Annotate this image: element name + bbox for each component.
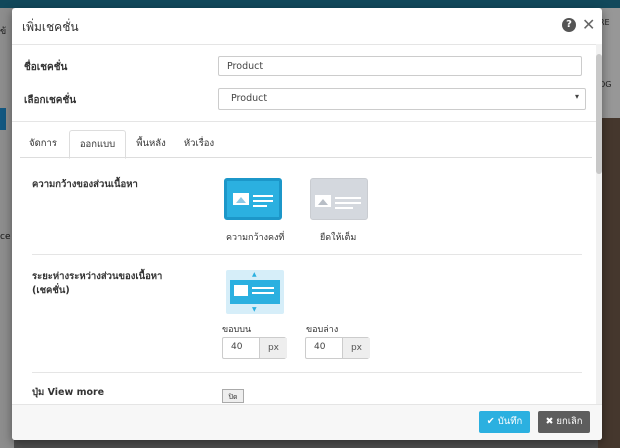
fixed-width-option[interactable] — [224, 178, 282, 220]
arrow-up-icon: ▲ — [252, 271, 257, 278]
text-line — [252, 287, 274, 289]
modal-scrollbar[interactable] — [596, 44, 602, 404]
full-width-caption: ยืดให้เต็ม — [320, 233, 357, 243]
section-spacing-label: ระยะห่างระหว่างส่วนของเนื้อหา — [32, 271, 163, 282]
section-name-label: ชื่อเชคชั่น — [24, 62, 68, 73]
text-line — [335, 202, 361, 204]
save-button[interactable]: ✔ บันทึก — [479, 411, 530, 433]
tab-background[interactable]: พื้นหลัง — [130, 130, 172, 157]
help-icon[interactable]: ? — [562, 18, 576, 32]
fixed-width-caption: ความกว้างคงที่ — [226, 233, 285, 243]
tabs-baseline — [20, 157, 592, 158]
divider — [32, 254, 582, 255]
cancel-button[interactable]: ✖ ยกเลิก — [538, 411, 590, 433]
px-unit-label: px — [342, 338, 370, 358]
modal-title: เพิ่มเชคชั่น — [22, 20, 79, 34]
image-placeholder-icon — [233, 193, 249, 205]
modal-footer: ✔ บันทึก ✖ ยกเลิก — [12, 404, 602, 440]
text-line — [253, 205, 267, 207]
content-width-label: ความกว้างของส่วนเนื้อหา — [32, 179, 138, 190]
spacing-illustration-icon: ▲ ▼ — [226, 270, 284, 314]
close-icon[interactable]: ✕ — [582, 15, 595, 34]
top-margin-label: ขอบบน — [222, 325, 252, 335]
image-placeholder-icon — [315, 195, 331, 207]
text-line — [335, 207, 353, 209]
choose-section-label: เลือกเชคชั่น — [24, 95, 77, 106]
section-spacing-sublabel: (เชคชั่น) — [32, 285, 70, 296]
choose-section-value: Product — [231, 93, 268, 104]
spacing-illustration-body — [230, 280, 280, 304]
choose-section-select[interactable]: Product ▾ — [218, 88, 586, 110]
view-more-toggle[interactable]: ปิด — [222, 389, 244, 403]
bottom-margin-input[interactable]: 40 px — [305, 337, 370, 359]
divider — [32, 372, 582, 373]
scrollbar-thumb[interactable] — [596, 54, 602, 174]
top-margin-input[interactable]: 40 px — [222, 337, 287, 359]
px-unit-label: px — [259, 338, 287, 358]
view-more-label: ปุ่ม View more — [32, 387, 105, 398]
divider — [12, 121, 596, 122]
full-width-option[interactable] — [310, 178, 368, 220]
bottom-margin-label: ขอบล่าง — [306, 325, 339, 335]
text-line — [252, 292, 274, 294]
modal-header: เพิ่มเชคชั่น ? ✕ — [12, 8, 602, 45]
bottom-margin-value: 40 — [314, 342, 326, 352]
add-section-modal: เพิ่มเชคชั่น ? ✕ ชื่อเชคชั่น Product เลื… — [12, 8, 602, 440]
text-line — [335, 197, 361, 199]
text-line — [253, 195, 273, 197]
section-name-input[interactable]: Product — [218, 56, 582, 76]
image-placeholder-icon — [234, 285, 248, 296]
tab-heading[interactable]: หัวเรื่อง — [178, 130, 220, 157]
text-line — [253, 200, 273, 202]
arrow-down-icon: ▼ — [252, 306, 257, 313]
tab-design[interactable]: ออกแบบ — [69, 130, 126, 159]
top-margin-value: 40 — [231, 342, 243, 352]
chevron-down-icon: ▾ — [575, 92, 580, 101]
tab-manage[interactable]: จัดการ — [22, 130, 64, 157]
